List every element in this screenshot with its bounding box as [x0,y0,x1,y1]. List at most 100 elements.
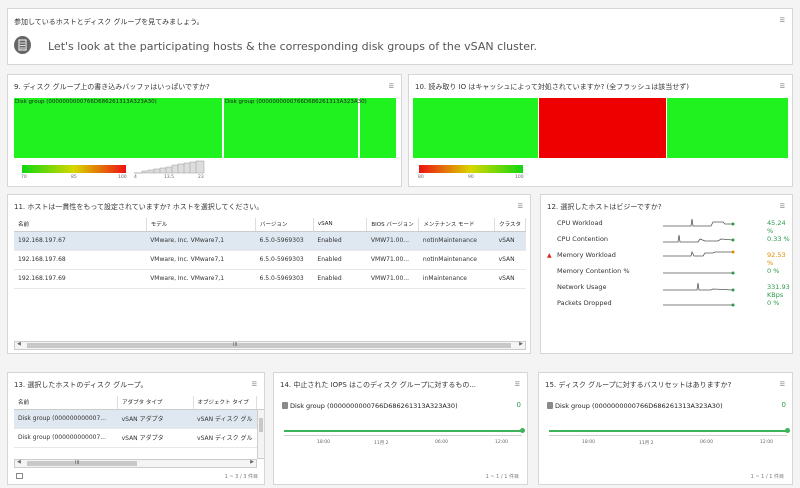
metric-label: Memory Workload [557,251,616,259]
disk-icon [547,402,553,409]
menu-icon[interactable]: ☰ [515,381,520,388]
color-scale [419,165,523,173]
intro-text: Let's look at the participating hosts & … [48,40,537,53]
time-tick: 18:00 [582,440,595,445]
disk-table-wrap: 名前 アダプタ タイプ オブジェクト タイプ Disk group (00000… [14,396,257,459]
widget-10-title: 10. 読み取り IO はキャッシュによって対処されていますか? (全フラッシュ… [415,83,690,91]
metric-value: 45.24 % [767,219,786,235]
heatmap-cell[interactable] [667,98,788,158]
col-adapter-type[interactable]: アダプタ タイプ [117,396,194,410]
menu-icon[interactable]: ☰ [780,381,785,388]
aborted-iops-widget: 14. 中止された IOPS はこのディスク グループに対するもの... ☰ D… [273,372,528,485]
cell: Disk group (000000000007... [14,409,118,429]
metric-sparkline [663,234,735,243]
scroll-thumb[interactable] [27,461,137,466]
vertical-scrollbar[interactable] [257,409,264,459]
horizontal-scrollbar[interactable]: ◀ III ▶ [14,341,526,350]
list-footer: 1 ~ 1 / 1 件目 [485,474,519,480]
table-row[interactable]: Disk group (000000000007... vSAN アダプタ vSAN… [14,428,257,448]
col-version[interactable]: バージョン [255,218,314,232]
menu-icon[interactable]: ☰ [252,381,257,388]
table-row[interactable]: 192.168.197.68 VMware, Inc. VMware7,1 6.5.… [14,250,526,270]
metric-value: 0.33 % [767,235,790,243]
table-row[interactable]: Disk group (000000000007... vSAN アダプタ vSAN… [14,409,257,429]
metric-sparkline [663,271,735,275]
metric-value: 0 [516,401,521,409]
disk-group-label: Disk group (0000000000766D686261313A323A… [15,99,157,105]
heatmap-cell[interactable] [224,98,358,158]
heatmap-cell[interactable] [413,98,538,158]
col-bios[interactable]: BIOS バージョン [366,218,420,232]
scroll-left-icon[interactable]: ◀ [17,341,21,347]
metric-value: 0 % [767,299,780,307]
heatmap-cell[interactable] [14,98,222,158]
table-footer: 1 ~ 3 / 3 件目 [224,474,258,480]
metric-sparkline [663,218,735,227]
cell: 6.5.0-5969303 [255,269,314,289]
col-cluster[interactable]: クラスタ [494,218,526,232]
cell: VMware, Inc. VMware7,1 [146,269,256,289]
menu-icon[interactable]: ☰ [780,17,785,24]
host-table: 名前 モデル バージョン vSAN BIOS バージョン メンテナンス モード … [14,218,526,289]
col-name[interactable]: 名前 [14,396,119,410]
table-header: 名前 アダプタ タイプ オブジェクト タイプ [14,396,257,410]
widget-12-title: 12. 選択したホストはビジーですか? [547,203,662,211]
cell: vSAN ディスク グル [193,428,257,448]
menu-icon[interactable]: ☰ [389,83,394,90]
metric-label: Network Usage [557,283,607,291]
col-model[interactable]: モデル [146,218,257,232]
scroll-right-icon[interactable]: ▶ [250,459,254,465]
col-object-type[interactable]: オブジェクト タイプ [193,396,257,410]
hist-tick: 13.5 [164,175,175,180]
metric-value: 0 [781,401,786,409]
cell: vSAN ディスク グル [193,409,257,429]
scroll-thumb[interactable] [27,343,511,348]
widget-11-title: 11. ホストは一貫性をもって設定されていますか? ホストを選択してください。 [14,203,264,211]
metric-value: 331.93 KBps [767,283,790,299]
histogram [134,160,205,174]
export-icon[interactable] [16,473,23,479]
scroll-right-icon[interactable]: ▶ [519,341,523,347]
table-header: 名前 モデル バージョン vSAN BIOS バージョン メンテナンス モード … [14,218,526,232]
metric-label: CPU Workload [557,219,603,227]
scale-tick: 80 [418,175,424,180]
cell: VMware, Inc. VMware7,1 [146,250,256,270]
col-maintenance[interactable]: メンテナンス モード [418,218,496,232]
menu-icon[interactable]: ☰ [780,203,785,210]
disk-table: 名前 アダプタ タイプ オブジェクト タイプ Disk group (00000… [14,396,257,448]
cell: VMW71.00... [366,231,419,251]
metric-sparkline [663,250,735,257]
scroll-thumb[interactable] [259,418,263,432]
cell: Enabled [313,269,367,289]
heatmap-cell[interactable] [539,98,666,158]
horizontal-scrollbar[interactable]: ◀ III ▶ [14,459,257,468]
color-scale [22,165,126,173]
scale-tick: 100 [515,175,524,180]
cell: VMW71.00... [366,269,419,289]
disk-group-label: Disk group (0000000000766D686261313A323A… [555,402,723,410]
menu-icon[interactable]: ☰ [518,203,523,210]
scale-tick: 100 [118,175,127,180]
metric-sparkline [663,303,735,307]
sparkline [284,430,524,432]
cell: vSAN アダプタ [117,409,194,429]
table-row[interactable]: 192.168.197.67 VMware, Inc. VMware7,1 6.5.… [14,231,526,251]
time-tick: 06:00 [435,440,448,445]
host-table-wrap: 名前 モデル バージョン vSAN BIOS バージョン メンテナンス モード … [14,218,526,289]
scroll-left-icon[interactable]: ◀ [17,459,21,465]
cell: Enabled [313,231,367,251]
scroll-grip: III [233,342,238,348]
cell: vSAN アダプタ [117,428,194,448]
cell: 6.5.0-5969303 [255,250,314,270]
cell: VMW71.00... [366,250,419,270]
cell: Disk group (000000000007... [14,428,118,448]
heatmap-cell[interactable] [360,98,396,158]
time-tick: 12:00 [495,440,508,445]
menu-icon[interactable]: ☰ [780,83,785,90]
col-name[interactable]: 名前 [14,218,147,232]
cell: VMware, Inc. VMware7,1 [146,231,256,251]
disk-group-label: Disk group (0000000000766D686261313A323A… [225,99,367,105]
cell: 6.5.0-5969303 [255,231,314,251]
col-vsan[interactable]: vSAN [313,218,368,232]
table-row[interactable]: 192.168.197.69 VMware, Inc. VMware7,1 6.5.… [14,269,526,289]
